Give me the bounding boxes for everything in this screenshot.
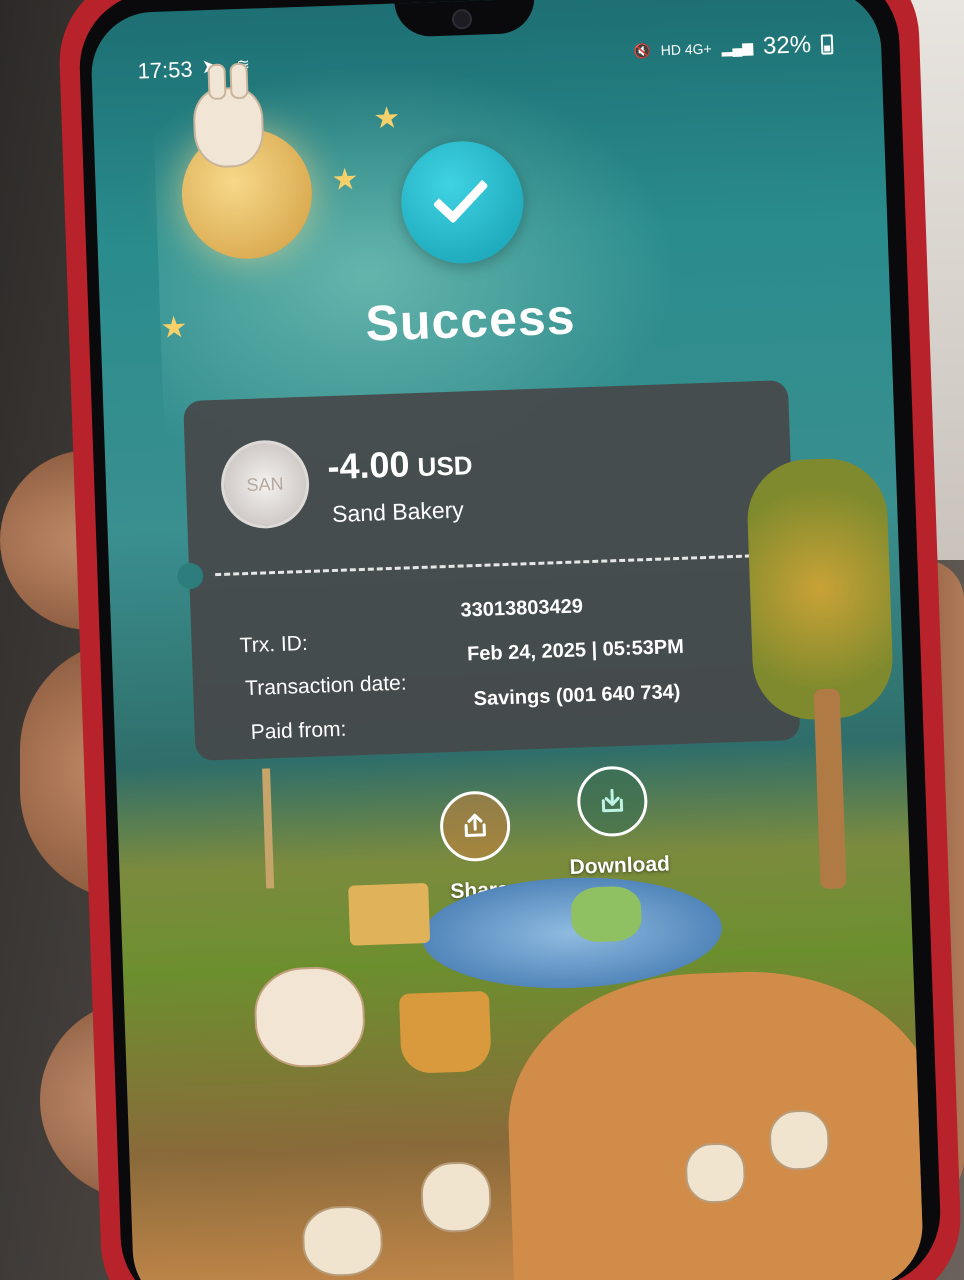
- share-button[interactable]: [438, 790, 512, 863]
- bunny-illustration: [684, 1142, 747, 1205]
- cat-illustration: [419, 1160, 493, 1234]
- plant-crate-illustration: [348, 882, 431, 946]
- basket-illustration: [398, 990, 492, 1074]
- share-icon: [464, 813, 486, 838]
- lamp-post-illustration: [261, 768, 275, 889]
- download-label[interactable]: Download: [569, 852, 670, 879]
- star-icon: ★: [159, 310, 189, 345]
- frog-illustration: [570, 885, 643, 943]
- merchant-logo-text: SAN: [246, 473, 284, 495]
- bunny-illustration: [192, 86, 265, 169]
- dog-illustration: [252, 965, 367, 1069]
- battery-icon: [820, 34, 834, 55]
- check-icon: [432, 166, 489, 224]
- download-icon: [601, 788, 624, 813]
- star-icon: ★: [330, 162, 359, 197]
- puppy-illustration: [301, 1204, 384, 1278]
- paid-from-label: Paid from:: [250, 717, 347, 744]
- amount-value: -4.00: [326, 443, 411, 488]
- tree-illustration: [745, 456, 895, 722]
- battery-percent: 32%: [762, 31, 812, 60]
- star-icon: ★: [372, 101, 401, 136]
- status-right: 🔇 HD 4G+ ▂▄▆ 32%: [633, 30, 834, 65]
- amount-currency: USD: [417, 450, 474, 482]
- dirt-path-illustration: [503, 965, 925, 1280]
- download-button[interactable]: [576, 765, 649, 838]
- phone-screen: 17:53 ➤ ≋ 🔇 HD 4G+ ▂▄▆ 32% ★ ★ ★ Success…: [89, 0, 925, 1280]
- trx-id-value: 33013803429: [460, 595, 584, 622]
- merchant-name: Sand Bakery: [331, 496, 465, 528]
- signal-bars-icon: ▂▄▆: [721, 38, 754, 56]
- trx-id-label: Trx. ID:: [239, 631, 309, 658]
- status-time: 17:53: [137, 56, 194, 84]
- bunny-illustration: [768, 1109, 831, 1172]
- transaction-amount: -4.00 USD: [327, 441, 473, 488]
- mute-icon: 🔇: [632, 42, 651, 59]
- tree-trunk-illustration: [813, 688, 847, 890]
- network-label: HD 4G+: [660, 40, 712, 59]
